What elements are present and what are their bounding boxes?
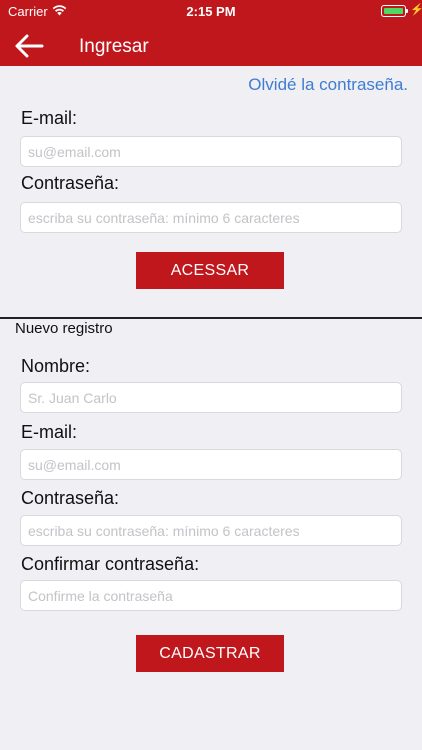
login-email-label: E-mail: [21,108,78,128]
status-bar: Carrier 2:15 PM ⚡ [0,0,422,22]
forgot-password-link[interactable]: Olvidé la contraseña. [248,75,408,95]
arrow-left-icon[interactable] [14,34,44,58]
section-divider [0,317,422,319]
battery-level [384,8,403,14]
page-title: Ingresar [79,36,149,57]
register-button[interactable]: CADASTRAR [136,635,284,672]
register-email-input[interactable] [20,449,402,480]
register-confirm-input[interactable] [20,580,402,611]
register-name-input[interactable] [20,382,402,413]
battery-tip [406,9,408,13]
register-password-label: Contraseña: [21,488,120,508]
login-password-input[interactable] [20,202,402,233]
register-section-title: Nuevo registro [15,320,113,337]
login-email-input[interactable] [20,136,402,167]
register-name-label: Nombre: [21,356,91,376]
app-header: Carrier 2:15 PM ⚡ Ingresar [0,0,422,66]
login-password-label: Contraseña: [21,173,120,193]
battery-icon [381,5,406,17]
register-confirm-label: Confirmar contraseña: [21,554,200,574]
status-time: 2:15 PM [186,4,236,19]
login-button[interactable]: ACESSAR [136,252,284,289]
register-email-label: E-mail: [21,422,78,442]
register-password-input[interactable] [20,515,402,546]
bolt-icon: ⚡ [410,4,422,16]
